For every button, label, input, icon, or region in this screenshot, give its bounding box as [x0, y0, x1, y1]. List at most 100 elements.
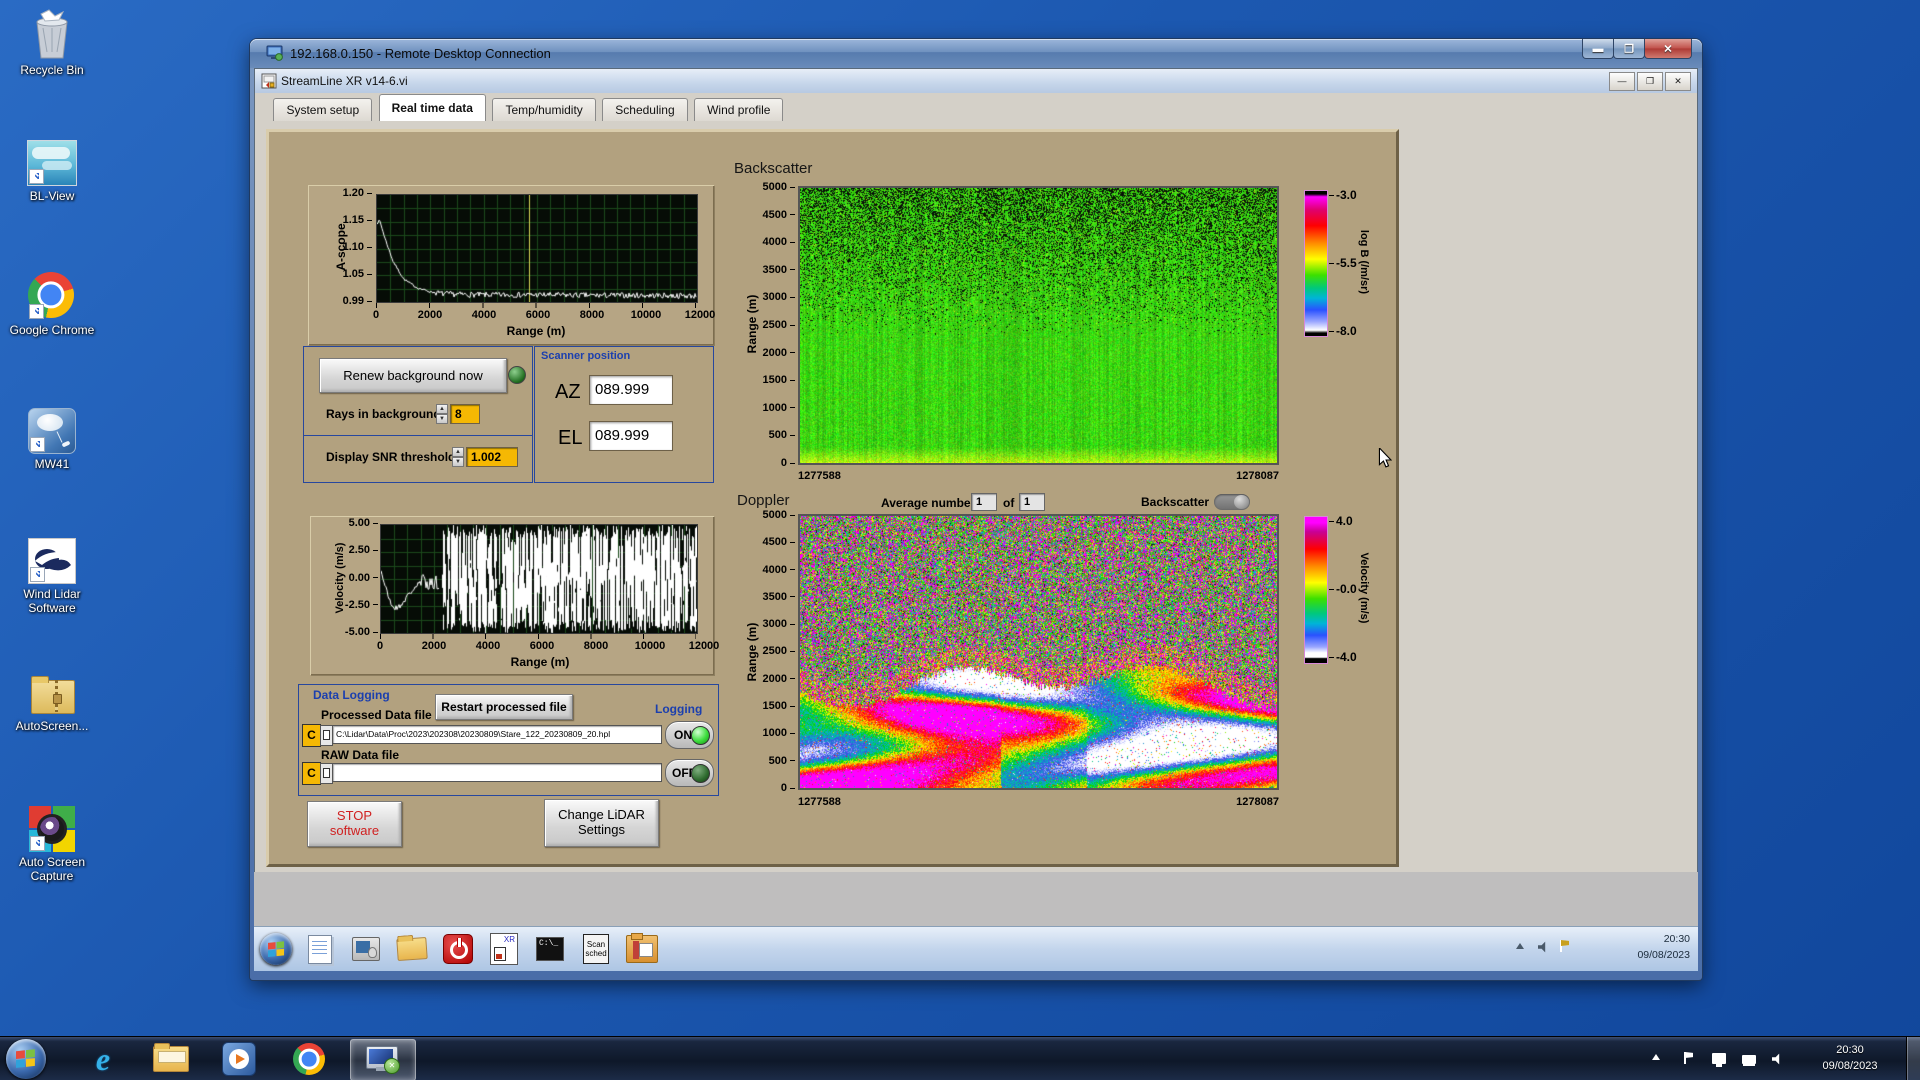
- doppler-yticks: 5000 4500 4000 3500 3000 2500 2000 1500 1000 500 0: [747, 510, 795, 794]
- logging-label: Logging: [655, 702, 703, 716]
- colorbar-tick: -8.0: [1329, 324, 1357, 338]
- tray-chevron-icon[interactable]: [1652, 1054, 1660, 1060]
- taskbar-remote-desktop-active[interactable]: ✕: [350, 1039, 416, 1080]
- rays-label: Rays in background: [326, 407, 441, 421]
- average-number-label: Average number: [881, 496, 976, 510]
- start-button[interactable]: [6, 1039, 46, 1079]
- tray-volume-icon[interactable]: [1772, 1053, 1784, 1065]
- shortcut-arrow-icon: [30, 437, 45, 452]
- ascope-xticks: 0 2000 4000 6000 8000 10000 12000: [372, 309, 716, 321]
- taskbar-media-player[interactable]: [216, 1039, 262, 1079]
- rdp-minimize-button[interactable]: ▬: [1582, 39, 1614, 59]
- inner-taskbar-power-stop-icon[interactable]: [438, 931, 478, 967]
- ascope-plot[interactable]: [376, 194, 698, 303]
- colorbar-tick: -3.0: [1329, 188, 1357, 202]
- raw-data-file-label: RAW Data file: [321, 748, 400, 762]
- labview-vi-icon: [261, 73, 277, 89]
- tab-scheduling[interactable]: Scheduling: [602, 98, 688, 121]
- rdp-titlebar[interactable]: 192.168.0.150 - Remote Desktop Connectio…: [250, 39, 1702, 68]
- backscatter-heatmap[interactable]: [798, 186, 1279, 465]
- az-value-field[interactable]: 089.999: [589, 375, 673, 405]
- doppler-heatmap[interactable]: [798, 514, 1279, 790]
- tray-action-center-icon[interactable]: [1684, 1052, 1693, 1064]
- show-desktop-button[interactable]: [1906, 1037, 1920, 1080]
- renew-status-led: [508, 366, 526, 384]
- inner-taskbar-notepad-icon[interactable]: [300, 931, 340, 967]
- rdp-maximize-button[interactable]: ❐: [1613, 39, 1645, 59]
- desktop-icon-auto-screen-capture[interactable]: Auto Screen Capture: [6, 806, 98, 883]
- shortcut-arrow-icon: [30, 836, 45, 851]
- wmp-icon: [222, 1042, 256, 1076]
- colorbar-tick: -5.5: [1329, 256, 1357, 270]
- snr-spinner[interactable]: ▲ ▼: [452, 447, 464, 467]
- raw-logging-switch[interactable]: OFF: [665, 759, 714, 787]
- inner-tray-volume-icon[interactable]: [1538, 941, 1550, 953]
- inner-taskbar-folder-icon[interactable]: [392, 931, 432, 967]
- renew-background-button[interactable]: Renew background now: [319, 358, 507, 393]
- tab-wind-profile[interactable]: Wind profile: [694, 98, 784, 121]
- app-close-button[interactable]: ✕: [1665, 72, 1691, 91]
- taskbar-clock[interactable]: 20:30 09/08/2023: [1804, 1042, 1896, 1074]
- desktop-icon-autoscreen-zip[interactable]: AutoScreen...: [6, 676, 98, 733]
- desktop-icon-wind-lidar[interactable]: Wind Lidar Software: [6, 538, 98, 615]
- backscatter-colorbar-label: log B (/m/sr): [1358, 229, 1370, 295]
- change-lidar-settings-button[interactable]: Change LiDAR Settings: [544, 799, 659, 847]
- desktop-icon-bl-view[interactable]: BL-View: [6, 140, 98, 203]
- inner-taskbar-display-settings-icon[interactable]: [346, 931, 386, 967]
- taskbar-google-chrome[interactable]: [286, 1039, 332, 1079]
- inner-start-button[interactable]: [260, 933, 292, 965]
- taskbar-internet-explorer[interactable]: e: [80, 1039, 126, 1079]
- processed-logging-switch[interactable]: ON: [665, 721, 714, 749]
- y-tick-label: 1.15: [343, 215, 372, 226]
- app-minimize-button[interactable]: —: [1609, 72, 1635, 91]
- processed-drive-selector[interactable]: C: [302, 724, 321, 747]
- average-number-field[interactable]: 1: [971, 493, 997, 511]
- rays-value-field[interactable]: 8: [450, 404, 480, 424]
- app-titlebar[interactable]: StreamLine XR v14-6.vi — ❐ ✕: [255, 69, 1697, 94]
- inner-taskbar-clock[interactable]: 20:30 09/08/2023: [1600, 931, 1690, 963]
- windows-flag-icon: [267, 940, 284, 957]
- tab-system-setup[interactable]: System setup: [273, 98, 373, 121]
- tray-network-icon[interactable]: [1712, 1053, 1726, 1067]
- velocity-plot[interactable]: [380, 524, 698, 634]
- data-logging-title: Data Logging: [313, 688, 390, 702]
- app-client-area: A-scope 1.20 1.15 1.10 1.05 0.99 0 2000 40…: [255, 121, 1697, 873]
- taskbar-windows-explorer[interactable]: [148, 1039, 194, 1079]
- tab-real-time-data[interactable]: Real time data: [378, 94, 486, 121]
- background-group: Renew background now Rays in background …: [303, 346, 533, 437]
- snr-value-field[interactable]: 1.002: [466, 447, 518, 467]
- desktop-icon-recycle-bin[interactable]: Recycle Bin: [6, 8, 98, 77]
- backscatter-toggle[interactable]: [1214, 494, 1250, 510]
- inner-taskbar-streamline-vi-icon[interactable]: XR: [484, 931, 524, 967]
- velocity-xticks: 0 2000 4000 6000 8000 10000 12000: [376, 640, 720, 652]
- inner-taskbar-file-manager-icon[interactable]: [622, 931, 662, 967]
- stop-software-button[interactable]: STOP software: [307, 801, 402, 847]
- inner-taskbar-cmd-icon[interactable]: C:\_: [530, 931, 570, 967]
- inner-tray-network-icon[interactable]: [1560, 940, 1569, 952]
- ascope-yticks: 1.20 1.15 1.10 1.05 0.99: [320, 188, 372, 307]
- desktop-icon-google-chrome[interactable]: Google Chrome: [6, 272, 98, 337]
- backscatter-section-title: Backscatter: [734, 160, 813, 177]
- desktop-icon-label: AutoScreen...: [15, 719, 89, 733]
- colorbar-tick: -4.0: [1329, 650, 1357, 664]
- app-restore-button[interactable]: ❐: [1637, 72, 1663, 91]
- average-count-field[interactable]: 1: [1019, 493, 1045, 511]
- tray-keyboard-icon[interactable]: [1742, 1055, 1756, 1064]
- rdp-close-button[interactable]: ✕: [1644, 39, 1692, 59]
- raw-path-field[interactable]: [332, 763, 662, 782]
- processed-path-field[interactable]: C:\Lidar\Data\Proc\2023\202308\20230809\…: [332, 725, 662, 744]
- rays-spinner[interactable]: ▲ ▼: [436, 404, 448, 424]
- desktop-icon-mw41[interactable]: MW41: [6, 408, 98, 471]
- chrome-icon: [28, 272, 76, 320]
- restart-processed-file-button[interactable]: Restart processed file: [435, 694, 573, 720]
- rdp-window: 192.168.0.150 - Remote Desktop Connectio…: [250, 39, 1702, 980]
- on-led: [691, 726, 710, 745]
- raw-drive-selector[interactable]: C: [302, 762, 321, 785]
- mouse-cursor: [1378, 448, 1392, 468]
- inner-taskbar: XR C:\_ Scan sched 20:30 09/08/2023: [254, 926, 1698, 971]
- tab-temp-humidity[interactable]: Temp/humidity: [492, 98, 596, 121]
- el-value-field[interactable]: 089.999: [589, 421, 673, 451]
- inner-tray-chevron-icon[interactable]: [1516, 943, 1524, 949]
- mw41-icon: [28, 408, 76, 454]
- inner-taskbar-scan-scheduler-icon[interactable]: Scan sched: [576, 931, 616, 967]
